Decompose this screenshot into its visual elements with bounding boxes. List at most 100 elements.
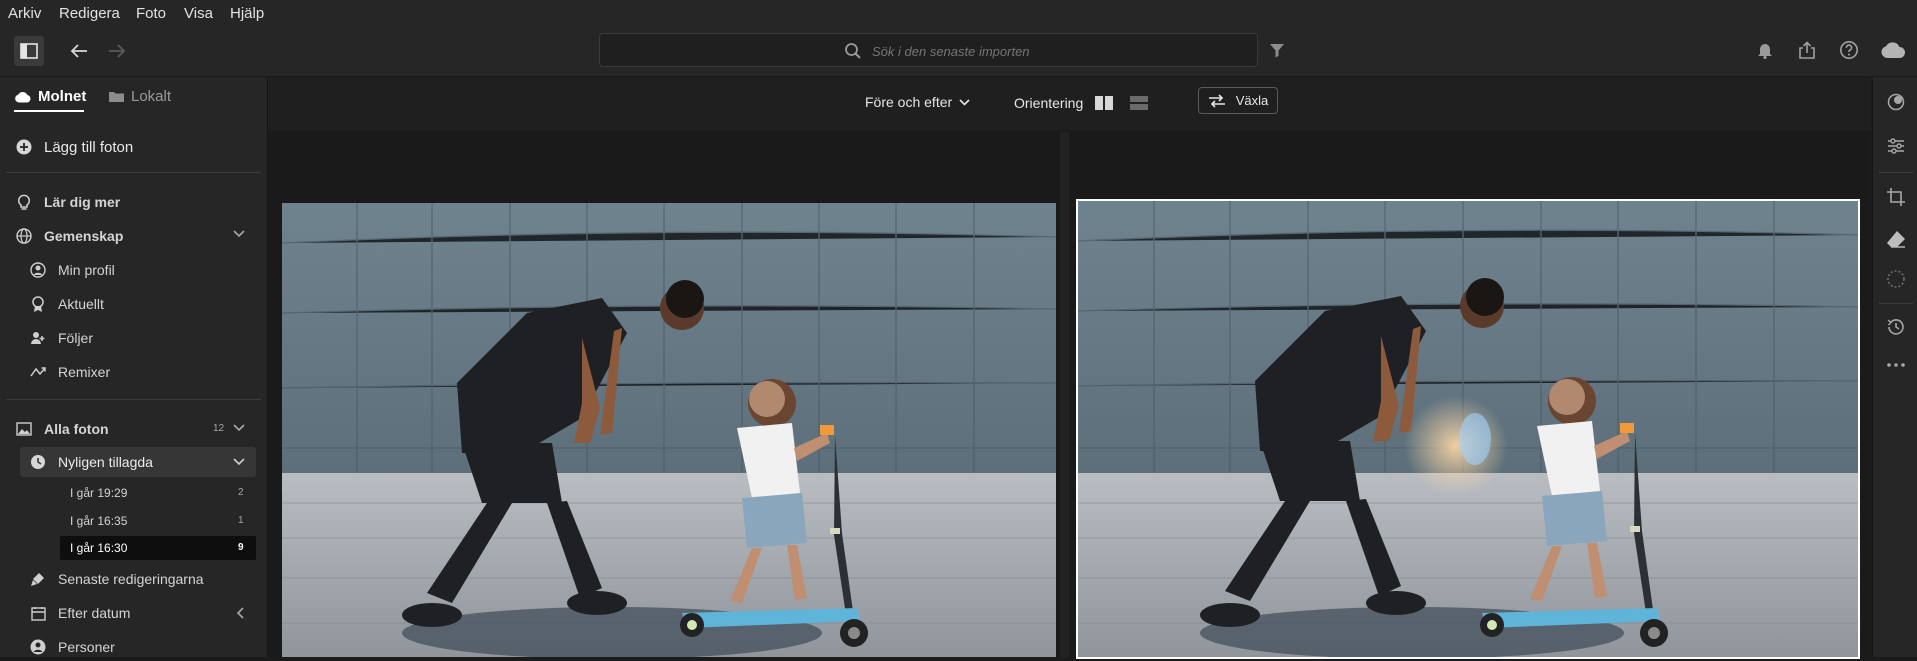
after-photo[interactable] [1076, 199, 1860, 659]
notifications-button[interactable] [1754, 39, 1776, 61]
tab-cloud-label: Molnet [38, 88, 87, 105]
tab-underline [14, 110, 84, 112]
arrow-left-icon [69, 43, 89, 59]
side-by-side-button[interactable] [1094, 95, 1114, 111]
sidebar-item-recently-added[interactable]: Nyligen tillagda [28, 448, 268, 476]
swap-button[interactable]: Växla [1198, 87, 1278, 114]
chevron-down-icon[interactable] [233, 458, 245, 466]
cloud-icon [1880, 41, 1906, 59]
sidebar-item-recent-edits[interactable]: Senaste redigeringarna [28, 565, 268, 593]
sidebar-item-learn-more[interactable]: Lär dig mer [14, 188, 254, 216]
tab-cloud[interactable]: Molnet [14, 88, 86, 105]
sidebar-item-remixes[interactable]: Remixer [28, 358, 268, 386]
sidebar-item-by-date[interactable]: Efter datum [28, 599, 268, 627]
chevron-down-icon [959, 98, 970, 106]
after-panel [1069, 132, 1869, 659]
add-photos-label: Lägg till foton [44, 138, 134, 156]
import-item[interactable]: I går 16:35 [70, 507, 250, 535]
panel-toggle-button[interactable] [14, 36, 44, 66]
calendar-icon [28, 603, 48, 623]
sidebar-item-community[interactable]: Gemenskap [14, 222, 254, 250]
recent-edits-label: Senaste redigeringarna [58, 571, 204, 587]
people-follow-icon [28, 328, 48, 348]
crop-icon[interactable] [1885, 186, 1907, 208]
brush-icon [28, 569, 48, 589]
forward-button[interactable] [104, 38, 130, 64]
tab-local-label: Lokalt [131, 88, 172, 105]
filter-icon [1269, 43, 1285, 58]
award-icon [28, 294, 48, 314]
tool-rail [1872, 77, 1917, 657]
tab-local[interactable]: Lokalt [108, 88, 171, 105]
current-label: Aktuellt [58, 296, 104, 312]
photos-icon [14, 419, 34, 439]
toolbar [0, 26, 1917, 77]
import-item-selected[interactable]: I går 16:30 [70, 534, 250, 562]
swap-arrows-icon [1208, 93, 1226, 108]
recently-added-label: Nyligen tillagda [58, 454, 153, 470]
by-date-label: Efter datum [58, 605, 131, 621]
before-panel [270, 132, 1060, 657]
cloud-status-button[interactable] [1878, 38, 1908, 62]
folder-icon [108, 90, 125, 103]
history-icon[interactable] [1885, 316, 1907, 338]
chevron-down-icon[interactable] [233, 424, 245, 432]
bell-icon [1757, 41, 1773, 59]
more-options-icon[interactable] [1885, 354, 1907, 376]
share-button[interactable] [1795, 38, 1819, 62]
eraser-icon[interactable] [1885, 228, 1907, 250]
masking-icon[interactable] [1885, 268, 1907, 290]
community-label: Gemenskap [44, 228, 124, 244]
all-photos-label: Alla foton [44, 421, 109, 437]
remixes-label: Remixer [58, 364, 111, 380]
sidebar: Molnet Lokalt Lägg till foton Lär dig me… [0, 77, 268, 657]
menu-visa[interactable]: Visa [184, 5, 213, 22]
menu-hjalp[interactable]: Hjälp [230, 5, 264, 22]
menu-foto[interactable]: Foto [136, 5, 166, 22]
divider [1879, 303, 1913, 304]
top-bottom-button[interactable] [1129, 95, 1149, 111]
following-label: Följer [58, 330, 94, 346]
profile-icon [28, 260, 48, 280]
menubar: Arkiv Redigera Foto Visa Hjälp [0, 0, 1917, 26]
presets-icon[interactable] [1885, 91, 1907, 113]
menu-arkiv[interactable]: Arkiv [8, 5, 41, 22]
import-item[interactable]: I går 19:29 [70, 479, 250, 507]
filter-button[interactable] [1267, 40, 1287, 60]
divider [6, 172, 261, 173]
sidebar-item-my-profile[interactable]: Min profil [28, 256, 268, 284]
search-box[interactable] [599, 33, 1258, 67]
add-photos-button[interactable]: Lägg till foton [14, 133, 254, 161]
menu-redigera[interactable]: Redigera [59, 5, 120, 22]
import-label: I går 19:29 [70, 486, 128, 500]
chevron-left-icon[interactable] [236, 607, 244, 619]
compare-mode-dropdown[interactable]: Före och efter [865, 94, 970, 110]
main-area: Före och efter Orientering Växla [268, 77, 1871, 659]
search-input[interactable] [872, 42, 1172, 60]
import-label: I går 16:35 [70, 514, 128, 528]
all-photos-count: 12 [213, 423, 225, 434]
import-count: 2 [238, 487, 244, 498]
cloud-icon [14, 91, 32, 103]
my-profile-label: Min profil [58, 262, 115, 278]
share-icon [1798, 41, 1816, 59]
chevron-down-icon[interactable] [233, 230, 245, 238]
split-divider[interactable] [1060, 132, 1069, 657]
back-button[interactable] [66, 38, 92, 64]
add-circle-icon [14, 137, 34, 157]
swap-label: Växla [1235, 93, 1269, 108]
help-button[interactable] [1837, 38, 1861, 62]
sidebar-panel-icon [20, 43, 38, 59]
import-count: 9 [238, 542, 244, 553]
help-icon [1839, 40, 1859, 60]
compare-mode-label: Före och efter [865, 94, 953, 110]
sidebar-item-current[interactable]: Aktuellt [28, 290, 268, 318]
learn-more-label: Lär dig mer [44, 194, 121, 210]
sidebar-item-following[interactable]: Följer [28, 324, 268, 352]
arrow-right-icon [107, 43, 127, 59]
person-icon [28, 637, 48, 657]
compare-toolbar: Före och efter Orientering Växla [268, 77, 1871, 130]
before-photo[interactable] [282, 203, 1056, 657]
adjust-sliders-icon[interactable] [1885, 135, 1907, 157]
people-label: Personer [58, 639, 115, 655]
